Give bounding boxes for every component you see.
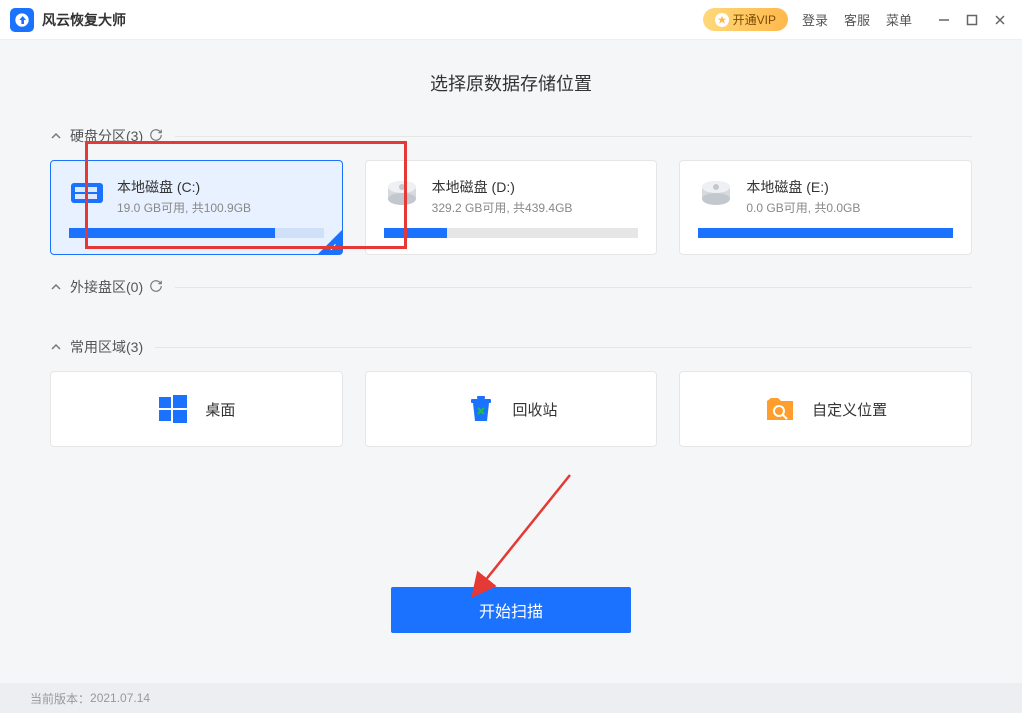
menu-link[interactable]: 菜单 xyxy=(886,10,912,29)
start-scan-button[interactable]: 开始扫描 xyxy=(391,587,631,633)
area-custom[interactable]: 自定义位置 xyxy=(679,371,972,447)
app-title: 风云恢复大师 xyxy=(42,10,126,30)
usage-bar xyxy=(698,228,953,238)
drive-detail: 329.2 GB可用, 共439.4GB xyxy=(432,199,573,216)
page-heading: 选择原数据存储位置 xyxy=(50,70,972,96)
usage-bar-fill xyxy=(698,228,953,238)
section-external-label: 外接盘区(0) xyxy=(70,277,143,297)
refresh-icon[interactable] xyxy=(149,128,163,145)
drive-card-d[interactable]: 本地磁盘 (D:) 329.2 GB可用, 共439.4GB xyxy=(365,160,658,255)
version-label: 当前版本： xyxy=(30,690,90,707)
chevron-up-icon xyxy=(50,281,64,293)
close-button[interactable] xyxy=(988,8,1012,32)
footer: 当前版本： 2021.07.14 xyxy=(0,683,1022,713)
drive-row: 本地磁盘 (C:) 19.0 GB可用, 共100.9GB 本地磁盘 (D:) … xyxy=(50,160,972,255)
main-content: 选择原数据存储位置 硬盘分区(3) 本地磁盘 (C:) 19.0 GB可用, 共… xyxy=(0,40,1022,633)
area-label: 回收站 xyxy=(513,399,558,420)
chevron-up-icon xyxy=(50,341,64,353)
section-partitions-label: 硬盘分区(3) xyxy=(70,126,143,146)
recycle-bin-icon xyxy=(465,393,497,425)
drive-detail: 19.0 GB可用, 共100.9GB xyxy=(117,199,251,216)
drive-name: 本地磁盘 (D:) xyxy=(432,177,573,197)
vip-crown-icon xyxy=(715,13,729,27)
disk-icon xyxy=(384,177,420,207)
vip-label: 开通VIP xyxy=(733,11,776,28)
refresh-icon[interactable] xyxy=(149,279,163,296)
drive-detail: 0.0 GB可用, 共0.0GB xyxy=(746,199,860,216)
area-row: 桌面 回收站 自定义位置 xyxy=(50,371,972,447)
usage-bar xyxy=(384,228,639,238)
section-common-header[interactable]: 常用区域(3) xyxy=(50,337,972,357)
maximize-button[interactable] xyxy=(960,8,984,32)
divider xyxy=(155,347,972,348)
disk-icon xyxy=(698,177,734,207)
folder-search-icon xyxy=(764,393,796,425)
version-value: 2021.07.14 xyxy=(90,691,150,705)
section-partitions-header[interactable]: 硬盘分区(3) xyxy=(50,126,972,146)
area-label: 自定义位置 xyxy=(812,399,887,420)
vip-button[interactable]: 开通VIP xyxy=(703,8,788,31)
area-desktop[interactable]: 桌面 xyxy=(50,371,343,447)
drive-name: 本地磁盘 (E:) xyxy=(746,177,860,197)
divider xyxy=(175,136,972,137)
drive-name: 本地磁盘 (C:) xyxy=(117,177,251,197)
app-logo xyxy=(10,8,34,32)
section-external-header[interactable]: 外接盘区(0) xyxy=(50,277,972,297)
area-label: 桌面 xyxy=(205,399,235,420)
titlebar: 风云恢复大师 开通VIP 登录 客服 菜单 xyxy=(0,0,1022,40)
usage-bar-fill xyxy=(384,228,448,238)
drive-card-c[interactable]: 本地磁盘 (C:) 19.0 GB可用, 共100.9GB xyxy=(50,160,343,255)
usage-bar-fill xyxy=(69,228,275,238)
usage-bar xyxy=(69,228,324,238)
section-common-label: 常用区域(3) xyxy=(70,337,143,357)
login-link[interactable]: 登录 xyxy=(802,10,828,29)
chevron-up-icon xyxy=(50,130,64,142)
disk-icon xyxy=(69,177,105,207)
selected-check-icon xyxy=(318,230,342,254)
minimize-button[interactable] xyxy=(932,8,956,32)
windows-icon xyxy=(157,393,189,425)
service-link[interactable]: 客服 xyxy=(844,10,870,29)
area-recycle[interactable]: 回收站 xyxy=(365,371,658,447)
divider xyxy=(175,287,972,288)
drive-card-e[interactable]: 本地磁盘 (E:) 0.0 GB可用, 共0.0GB xyxy=(679,160,972,255)
